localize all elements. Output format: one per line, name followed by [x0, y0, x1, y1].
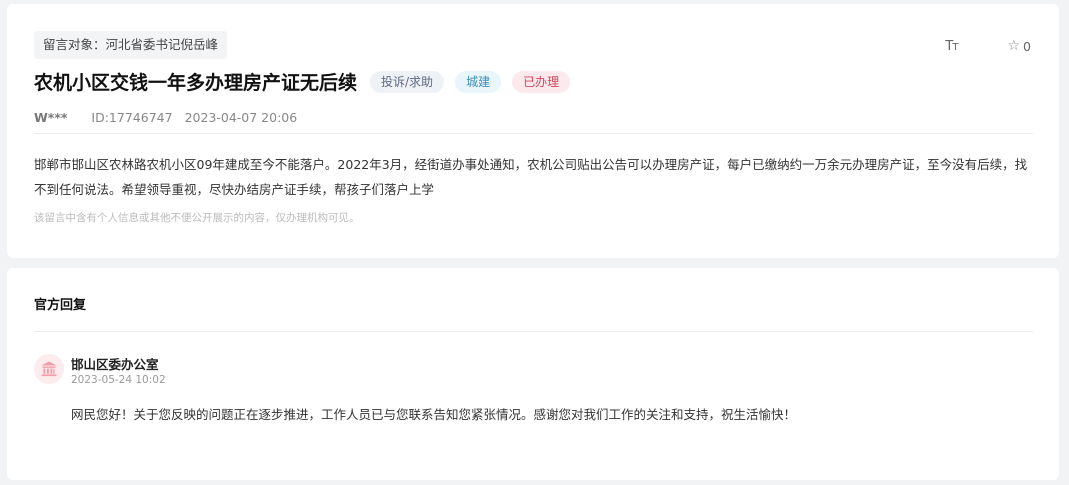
privacy-notice: 该留言中含有个人信息或其他不便公开展示的内容，仅办理机构可见。 — [34, 212, 360, 224]
responder-name: 邯山区委办公室 — [71, 357, 159, 372]
reply-content: 网民您好！关于您反映的问题正在逐步推进，工作人员已与您联系告知您紧张情况。感谢您… — [71, 407, 797, 422]
status-badge: 已办理 — [512, 70, 571, 93]
message-target: 留言对象：河北省委书记倪岳峰 — [34, 31, 228, 59]
title-row: 农机小区交钱一年多办理房产证无后续 投诉/求助 城建 已办理 — [34, 68, 571, 95]
type-badge: 投诉/求助 — [370, 70, 445, 93]
author-name: W*** — [34, 110, 68, 125]
toolbar: TT ☆ 0 — [945, 38, 1031, 54]
reply-section-title: 官方回复 — [34, 298, 87, 313]
category-badge: 城建 — [455, 70, 502, 93]
font-size-icon[interactable]: TT — [945, 39, 958, 54]
official-reply-card: 官方回复 邯山区委办公室 2023-05-24 10:02 网民您好！关于您反映… — [7, 268, 1059, 480]
government-building-icon — [34, 354, 64, 384]
divider — [34, 331, 1033, 332]
message-id: ID:17746747 — [91, 110, 173, 125]
favorite-count: 0 — [1023, 38, 1031, 54]
message-meta: W*** ID:17746747 2023-04-07 20:06 — [34, 110, 297, 125]
message-content: 邯郸市邯山区农林路农机小区09年建成至今不能落户。2022年3月，经街道办事处通… — [34, 157, 1028, 197]
message-datetime: 2023-04-07 20:06 — [184, 110, 298, 125]
page-title: 农机小区交钱一年多办理房产证无后续 — [34, 72, 358, 94]
reply-datetime: 2023-05-24 10:02 — [71, 374, 166, 386]
favorite-button[interactable]: ☆ 0 — [1007, 38, 1031, 54]
divider — [34, 133, 1033, 134]
message-card: 留言对象：河北省委书记倪岳峰 TT ☆ 0 农机小区交钱一年多办理房产证无后续 … — [7, 4, 1059, 258]
star-icon: ☆ — [1007, 38, 1021, 54]
